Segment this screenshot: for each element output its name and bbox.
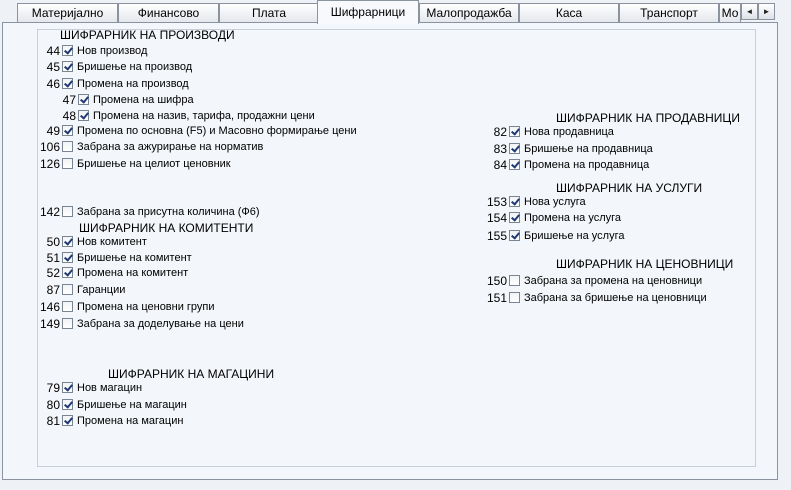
permission-number: 83 <box>493 142 507 156</box>
permission-number: 47 <box>62 93 76 107</box>
permission-checkbox[interactable] <box>62 284 73 295</box>
permission-label: Бришење на комитент <box>77 252 192 264</box>
permission-number: 84 <box>493 158 507 172</box>
permission-number: 142 <box>39 205 60 219</box>
tab-finansovo[interactable]: Финансово <box>118 3 219 22</box>
permission-label: Промена на шифра <box>93 94 194 106</box>
permission-label: Промена на продавница <box>524 159 650 171</box>
permission-label: Забрана за присутна количина (Ф6) <box>77 206 260 218</box>
permission-label: Промена по основна (F5) и Масовно формир… <box>77 125 357 137</box>
tab-plata[interactable]: Плата <box>219 3 319 22</box>
tab-scroll-left-icon[interactable]: ◄ <box>741 3 758 20</box>
permission-number: 155 <box>486 229 507 243</box>
permission-label: Забрана за ажурирање на норматив <box>77 141 264 153</box>
permission-checkbox[interactable] <box>62 267 73 278</box>
permission-number: 79 <box>46 381 60 395</box>
permission-checkbox[interactable] <box>62 382 73 393</box>
permission-number: 52 <box>46 266 60 280</box>
permission-checkbox[interactable] <box>62 141 73 152</box>
permission-checkbox[interactable] <box>62 399 73 410</box>
permission-number: 146 <box>39 300 60 314</box>
permission-number: 46 <box>46 77 60 91</box>
permission-checkbox[interactable] <box>62 45 73 56</box>
permission-checkbox[interactable] <box>78 110 89 121</box>
permission-label: Промена на назив, тарифа, продажни цени <box>93 110 315 122</box>
permission-checkbox[interactable] <box>62 318 73 329</box>
tab-sifrarnici[interactable]: Шифрарници <box>317 0 419 24</box>
tab-kasa[interactable]: Каса <box>519 3 619 22</box>
permission-label: Бришење на производ <box>77 61 193 73</box>
permission-label: Промена на комитент <box>77 267 189 279</box>
section-header-services: ШИФРАРНИК НА УСЛУГИ <box>556 181 703 195</box>
permission-checkbox[interactable] <box>62 125 73 136</box>
permission-label: Нова продавница <box>524 126 614 138</box>
permission-number: 126 <box>39 157 60 171</box>
permission-checkbox[interactable] <box>509 159 520 170</box>
section-header-products: ШИФРАРНИК НА ПРОИЗВОДИ <box>60 28 235 42</box>
permission-checkbox[interactable] <box>62 158 73 169</box>
permission-label: Нов производ <box>77 45 148 57</box>
permission-label: Гаранции <box>77 284 126 296</box>
permission-label: Бришење на услуга <box>524 230 625 242</box>
section-header-clients: ШИФРАРНИК НА КОМИТЕНТИ <box>79 221 254 235</box>
permission-number: 153 <box>486 195 507 209</box>
permission-label: Бришење на целиот ценовник <box>77 158 231 170</box>
permission-label: Промена на магацин <box>77 415 184 427</box>
permission-number: 44 <box>46 44 60 58</box>
permission-label: Промена на услуга <box>524 212 622 224</box>
permission-number: 150 <box>486 274 507 288</box>
permission-number: 48 <box>62 109 76 123</box>
permission-label: Забрана за промена на ценовници <box>524 275 703 287</box>
permission-number: 50 <box>46 235 60 249</box>
permission-number: 154 <box>486 211 507 225</box>
tab-maloprodazba[interactable]: Малопродажба <box>419 3 519 22</box>
permission-number: 80 <box>46 398 60 412</box>
permission-number: 149 <box>39 317 60 331</box>
permission-number: 51 <box>46 251 60 265</box>
permission-label: Промена на ценовни групи <box>77 301 215 313</box>
permission-label: Нова услуга <box>524 196 586 208</box>
permission-checkbox[interactable] <box>509 230 520 241</box>
permission-checkbox[interactable] <box>509 212 520 223</box>
permission-checkbox[interactable] <box>509 143 520 154</box>
permission-label: Забрана за доделување на цени <box>77 318 244 330</box>
permission-label: Бришење на магацин <box>77 399 187 411</box>
permission-number: 81 <box>46 414 60 428</box>
permission-checkbox[interactable] <box>62 61 73 72</box>
permission-number: 151 <box>486 291 507 305</box>
tab-materijalno[interactable]: Материјално <box>17 3 118 22</box>
permission-number: 87 <box>46 283 60 297</box>
permission-number: 106 <box>39 140 60 154</box>
tab-mo[interactable]: Мо <box>719 3 741 22</box>
section-header-stores: ШИФРАРНИК НА ПРОДАВНИЦИ <box>556 111 740 125</box>
permission-label: Бришење на продавница <box>524 143 653 155</box>
permission-label: Промена на производ <box>77 78 189 90</box>
permission-checkbox[interactable] <box>78 94 89 105</box>
permission-checkbox[interactable] <box>62 252 73 263</box>
permission-number: 82 <box>493 125 507 139</box>
permission-checkbox[interactable] <box>509 196 520 207</box>
tab-transport[interactable]: Транспорт <box>619 3 719 22</box>
permission-number: 49 <box>46 124 60 138</box>
permission-checkbox[interactable] <box>509 275 520 286</box>
permission-checkbox[interactable] <box>509 292 520 303</box>
permission-checkbox[interactable] <box>62 301 73 312</box>
permission-checkbox[interactable] <box>62 236 73 247</box>
permission-checkbox[interactable] <box>62 415 73 426</box>
tab-scroll-right-icon[interactable]: ► <box>758 3 775 20</box>
permission-checkbox[interactable] <box>62 78 73 89</box>
section-header-warehouses: ШИФРАРНИК НА МАГАЦИНИ <box>108 367 275 381</box>
tab-bar: Материјално Финансово Плата Шифрарници М… <box>0 0 791 24</box>
permission-checkbox[interactable] <box>62 206 73 217</box>
permission-number: 45 <box>46 60 60 74</box>
permission-label: Забрана за бришење на ценовници <box>524 292 707 304</box>
permission-label: Нов магацин <box>77 382 143 394</box>
section-header-pricelists: ШИФРАРНИК НА ЦЕНОВНИЦИ <box>556 257 734 271</box>
permission-checkbox[interactable] <box>509 126 520 137</box>
permission-label: Нов комитент <box>77 236 147 248</box>
